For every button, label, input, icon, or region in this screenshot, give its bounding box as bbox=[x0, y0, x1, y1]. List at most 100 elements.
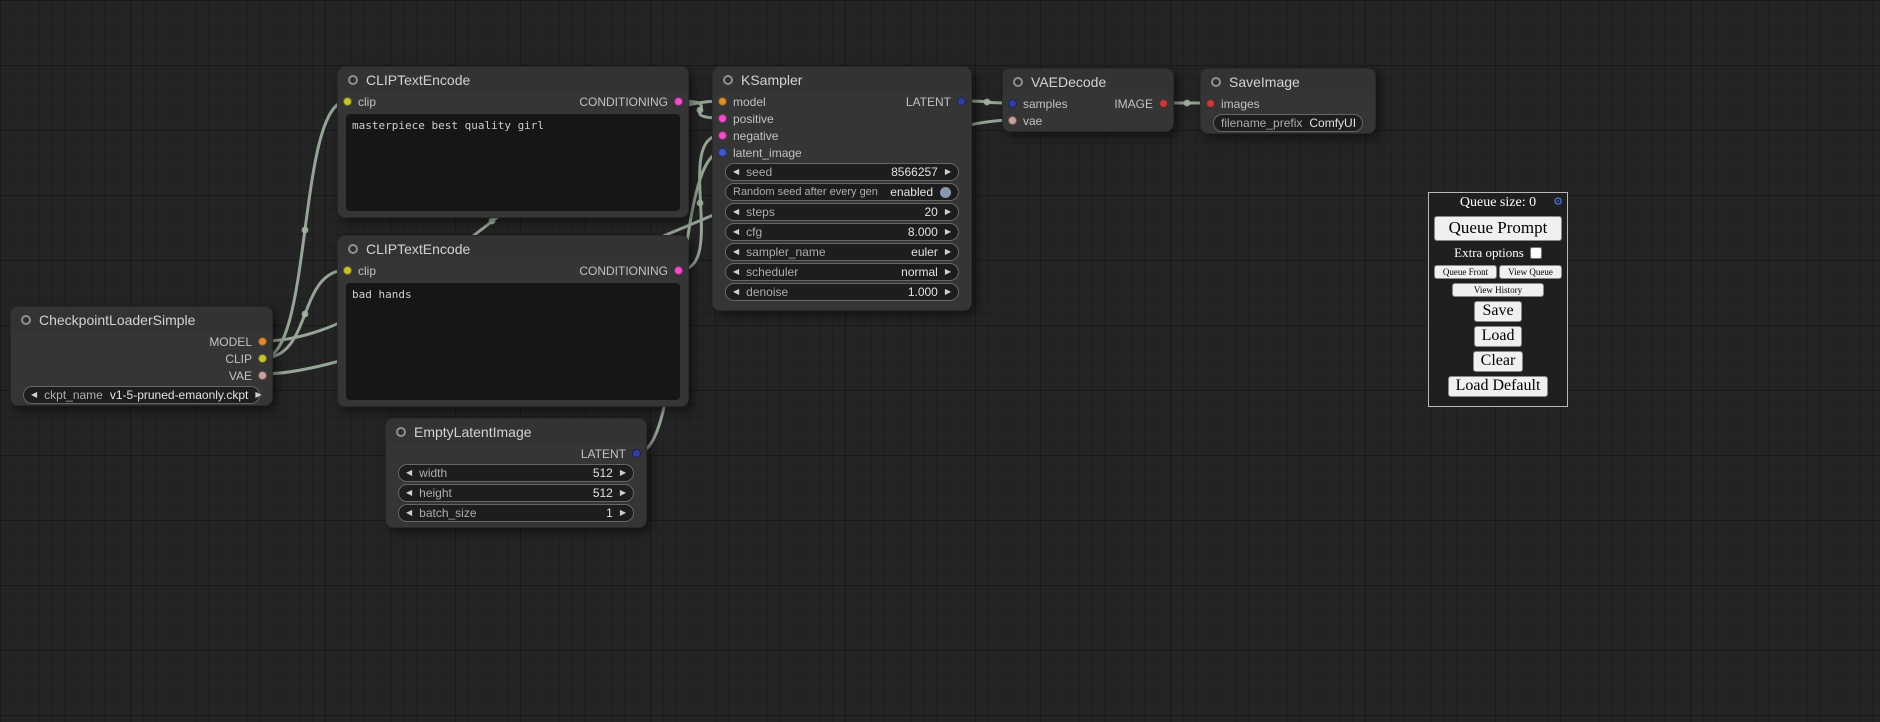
negative-prompt-textarea[interactable]: bad hands bbox=[346, 283, 680, 400]
model-port-dot[interactable] bbox=[718, 97, 727, 106]
node-status-dot[interactable] bbox=[1013, 77, 1023, 87]
latent-port-dot[interactable] bbox=[718, 148, 727, 157]
node-title-bar[interactable]: EmptyLatentImage bbox=[386, 419, 646, 445]
clip-port-dot[interactable] bbox=[343, 266, 352, 275]
output-slot-conditioning[interactable]: CONDITIONING bbox=[579, 95, 683, 109]
output-slot-model[interactable]: MODEL bbox=[209, 335, 267, 349]
output-slot-image[interactable]: IMAGE bbox=[1114, 97, 1168, 111]
decrement-arrow-icon[interactable]: ◀ bbox=[733, 164, 739, 180]
node-status-dot[interactable] bbox=[723, 75, 733, 85]
input-slot-clip[interactable]: clip bbox=[343, 264, 376, 278]
input-slot-samples[interactable]: samples bbox=[1008, 97, 1068, 111]
node-save-image[interactable]: SaveImage images filename_prefix ComfyUI bbox=[1200, 68, 1376, 134]
view-history-button[interactable]: View History bbox=[1452, 283, 1544, 297]
image-port-dot[interactable] bbox=[1206, 99, 1215, 108]
batch-size-number-widget[interactable]: ◀ batch_size 1 ▶ bbox=[398, 504, 634, 522]
view-queue-button[interactable]: View Queue bbox=[1499, 265, 1562, 279]
node-status-dot[interactable] bbox=[348, 244, 358, 254]
node-status-dot[interactable] bbox=[1211, 77, 1221, 87]
queue-front-button[interactable]: Queue Front bbox=[1434, 265, 1497, 279]
increment-arrow-icon[interactable]: ▶ bbox=[945, 164, 951, 180]
positive-prompt-textarea[interactable]: masterpiece best quality girl bbox=[346, 114, 680, 211]
vae-port-dot[interactable] bbox=[258, 371, 267, 380]
node-clip-text-encode-negative[interactable]: CLIPTextEncode clip CONDITIONING bad han… bbox=[337, 235, 689, 407]
conditioning-port-dot[interactable] bbox=[674, 266, 683, 275]
input-slot-latent-image[interactable]: latent_image bbox=[718, 146, 802, 160]
clear-button[interactable]: Clear bbox=[1473, 351, 1524, 372]
image-port-dot[interactable] bbox=[1159, 99, 1168, 108]
decrement-arrow-icon[interactable]: ◀ bbox=[733, 204, 739, 220]
node-status-dot[interactable] bbox=[21, 315, 31, 325]
model-port-dot[interactable] bbox=[258, 337, 267, 346]
output-slot-latent[interactable]: LATENT bbox=[581, 447, 641, 461]
ckpt-name-combo-widget[interactable]: ◀ ckpt_name v1-5-pruned-emaonly.ckpt ▶ bbox=[23, 386, 260, 404]
output-slot-clip[interactable]: CLIP bbox=[225, 352, 267, 366]
increment-arrow-icon[interactable]: ▶ bbox=[620, 485, 626, 501]
denoise-number-widget[interactable]: ◀ denoise 1.000 ▶ bbox=[725, 283, 959, 301]
output-slot-conditioning[interactable]: CONDITIONING bbox=[579, 264, 683, 278]
sampler-name-combo-widget[interactable]: ◀ sampler_name euler ▶ bbox=[725, 243, 959, 261]
node-title-bar[interactable]: CLIPTextEncode bbox=[338, 236, 688, 262]
cfg-number-widget[interactable]: ◀ cfg 8.000 ▶ bbox=[725, 223, 959, 241]
output-slot-latent[interactable]: LATENT bbox=[906, 95, 966, 109]
decrement-arrow-icon[interactable]: ◀ bbox=[733, 224, 739, 240]
seed-number-widget[interactable]: ◀ seed 8566257 ▶ bbox=[725, 163, 959, 181]
steps-number-widget[interactable]: ◀ steps 20 ▶ bbox=[725, 203, 959, 221]
increment-arrow-icon[interactable]: ▶ bbox=[945, 244, 951, 260]
queue-prompt-button[interactable]: Queue Prompt bbox=[1434, 216, 1562, 241]
increment-arrow-icon[interactable]: ▶ bbox=[945, 264, 951, 280]
filename-prefix-text-widget[interactable]: filename_prefix ComfyUI bbox=[1213, 114, 1363, 132]
node-title-bar[interactable]: SaveImage bbox=[1201, 69, 1375, 95]
node-title-bar[interactable]: CLIPTextEncode bbox=[338, 67, 688, 93]
node-vae-decode[interactable]: VAEDecode samples IMAGE vae bbox=[1002, 68, 1174, 132]
node-checkpoint-loader-simple[interactable]: CheckpointLoaderSimple MODEL CLIP VAE ◀ … bbox=[10, 306, 273, 406]
node-status-dot[interactable] bbox=[396, 427, 406, 437]
node-ksampler[interactable]: KSampler model LATENT positive negative bbox=[712, 66, 972, 311]
conditioning-port-dot[interactable] bbox=[718, 114, 727, 123]
scheduler-combo-widget[interactable]: ◀ scheduler normal ▶ bbox=[725, 263, 959, 281]
decrement-arrow-icon[interactable]: ◀ bbox=[406, 505, 412, 521]
conditioning-port-dot[interactable] bbox=[718, 131, 727, 140]
latent-port-dot[interactable] bbox=[957, 97, 966, 106]
node-title-bar[interactable]: VAEDecode bbox=[1003, 69, 1173, 95]
node-title-bar[interactable]: KSampler bbox=[713, 67, 971, 93]
width-number-widget[interactable]: ◀ width 512 ▶ bbox=[398, 464, 634, 482]
conditioning-port-dot[interactable] bbox=[674, 97, 683, 106]
extra-options-checkbox[interactable] bbox=[1530, 247, 1542, 259]
decrement-arrow-icon[interactable]: ◀ bbox=[31, 387, 37, 403]
load-button[interactable]: Load bbox=[1474, 326, 1523, 347]
node-title-bar[interactable]: CheckpointLoaderSimple bbox=[11, 307, 272, 333]
input-slot-vae[interactable]: vae bbox=[1008, 114, 1042, 128]
increment-arrow-icon[interactable]: ▶ bbox=[255, 387, 261, 403]
height-number-widget[interactable]: ◀ height 512 ▶ bbox=[398, 484, 634, 502]
decrement-arrow-icon[interactable]: ◀ bbox=[406, 465, 412, 481]
clip-port-dot[interactable] bbox=[258, 354, 267, 363]
save-button[interactable]: Save bbox=[1474, 301, 1521, 322]
increment-arrow-icon[interactable]: ▶ bbox=[945, 284, 951, 300]
clip-port-dot[interactable] bbox=[343, 97, 352, 106]
increment-arrow-icon[interactable]: ▶ bbox=[945, 204, 951, 220]
output-slot-vae[interactable]: VAE bbox=[229, 369, 267, 383]
input-slot-model[interactable]: model bbox=[718, 95, 766, 109]
settings-gear-icon[interactable]: ⚙ bbox=[1553, 195, 1563, 208]
increment-arrow-icon[interactable]: ▶ bbox=[945, 224, 951, 240]
random-seed-toggle-widget[interactable]: Random seed after every gen enabled bbox=[725, 183, 959, 201]
latent-port-dot[interactable] bbox=[1008, 99, 1017, 108]
vae-port-dot[interactable] bbox=[1008, 116, 1017, 125]
input-slot-positive[interactable]: positive bbox=[718, 112, 774, 126]
node-status-dot[interactable] bbox=[348, 75, 358, 85]
increment-arrow-icon[interactable]: ▶ bbox=[620, 505, 626, 521]
decrement-arrow-icon[interactable]: ◀ bbox=[733, 244, 739, 260]
increment-arrow-icon[interactable]: ▶ bbox=[620, 465, 626, 481]
node-graph-canvas[interactable]: CheckpointLoaderSimple MODEL CLIP VAE ◀ … bbox=[0, 0, 1880, 722]
load-default-button[interactable]: Load Default bbox=[1448, 376, 1549, 397]
decrement-arrow-icon[interactable]: ◀ bbox=[733, 284, 739, 300]
input-slot-negative[interactable]: negative bbox=[718, 129, 778, 143]
toggle-on-indicator[interactable] bbox=[940, 187, 951, 198]
input-slot-images[interactable]: images bbox=[1206, 97, 1260, 111]
node-clip-text-encode-positive[interactable]: CLIPTextEncode clip CONDITIONING masterp… bbox=[337, 66, 689, 218]
decrement-arrow-icon[interactable]: ◀ bbox=[406, 485, 412, 501]
input-slot-clip[interactable]: clip bbox=[343, 95, 376, 109]
node-empty-latent-image[interactable]: EmptyLatentImage LATENT ◀ width 512 ▶ ◀ … bbox=[385, 418, 647, 528]
decrement-arrow-icon[interactable]: ◀ bbox=[733, 264, 739, 280]
